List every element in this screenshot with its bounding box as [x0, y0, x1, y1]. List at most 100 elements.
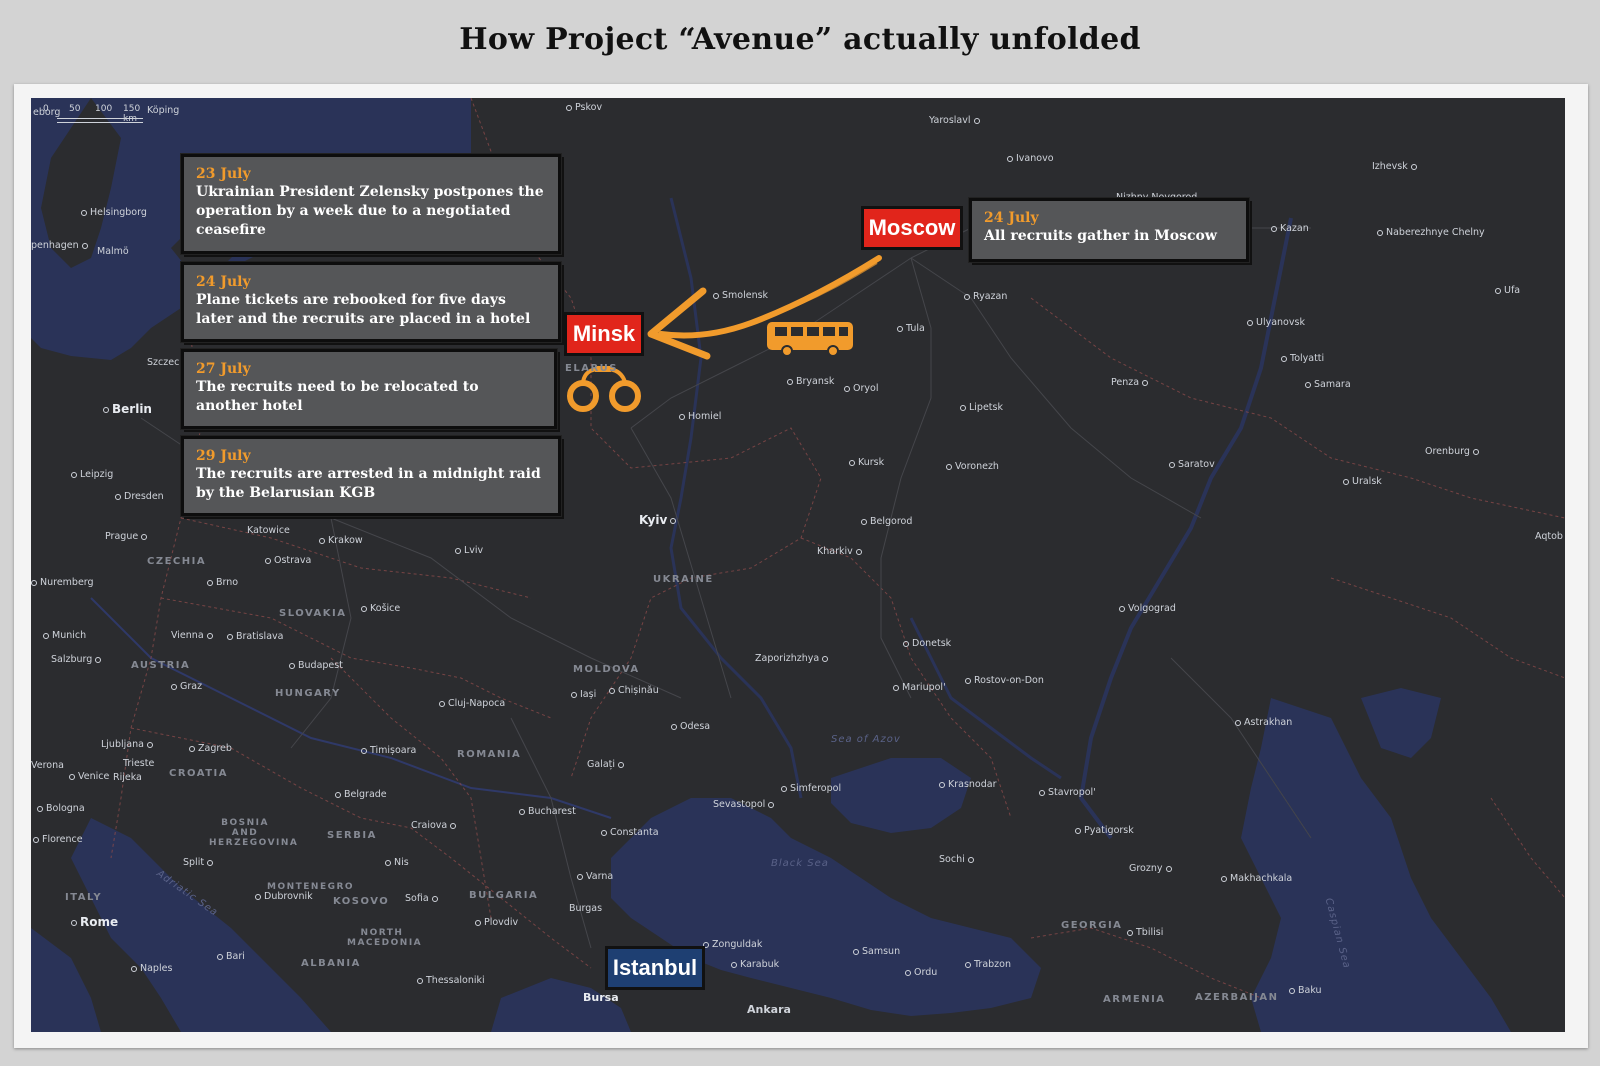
city-label: Zagreb	[189, 744, 232, 754]
city-label: Nis	[385, 858, 409, 868]
country-label: ROMANIA	[457, 749, 522, 760]
city-label: Nuremberg	[31, 578, 94, 588]
country-label: CZECHIA	[147, 556, 207, 567]
timeline-text: The recruits need to be relocated to ano…	[196, 379, 479, 414]
city-label: Rostov-on-Don	[965, 676, 1044, 686]
city-label: Rijeka	[113, 772, 142, 783]
city-label: Saratov	[1169, 460, 1215, 470]
city-label: Bucharest	[519, 807, 576, 817]
sea-label: Sea of Azov	[831, 734, 901, 745]
city-label: Budapest	[289, 661, 343, 671]
country-label: NORTH MACEDONIA	[347, 928, 423, 948]
country-label: KOSOVO	[333, 896, 390, 907]
city-label: Krasnodar	[939, 780, 997, 790]
city-label: Graz	[171, 682, 202, 692]
country-label: BULGARIA	[469, 890, 539, 901]
city-label: Dubrovnik	[255, 892, 313, 902]
moscow-card-text: All recruits gather in Moscow	[984, 228, 1217, 244]
timeline-date: 29 July	[196, 448, 251, 464]
moscow-marker[interactable]: Moscow	[861, 206, 963, 250]
city-label: Bryansk	[787, 377, 834, 387]
city-label: Stavropol'	[1039, 788, 1096, 798]
city-label: Smolensk	[713, 291, 768, 301]
city-label: Kyiv	[639, 514, 679, 526]
city-label: Leipzig	[71, 470, 113, 480]
city-label: penhagen	[31, 241, 91, 251]
country-label: CROATIA	[169, 768, 229, 779]
city-label: Baku	[1289, 986, 1322, 996]
timeline-card: 27 July The recruits need to be relocate…	[181, 349, 557, 429]
city-label: Ankara	[747, 1003, 791, 1016]
city-label: Florence	[33, 835, 83, 845]
city-label: Ufa	[1495, 286, 1520, 296]
city-label: Brno	[207, 578, 238, 588]
scale-label-50: 50	[69, 104, 81, 114]
city-label: Homiel	[679, 412, 721, 422]
country-label: ARMENIA	[1103, 994, 1166, 1005]
istanbul-marker[interactable]: Istanbul	[605, 946, 705, 990]
city-label: Belgorod	[861, 517, 912, 527]
minsk-marker[interactable]: Minsk	[564, 312, 644, 356]
country-label: GEORGIA	[1061, 920, 1123, 931]
city-label: Lipetsk	[960, 403, 1003, 413]
country-label: SERBIA	[327, 830, 377, 841]
city-label: Naberezhnye Chelny	[1377, 228, 1485, 238]
timeline-date: 23 July	[196, 166, 251, 182]
scale-label-100: 100	[95, 104, 113, 114]
city-label: Plovdiv	[475, 918, 518, 928]
city-label: Craiova	[411, 821, 459, 831]
country-label: SLOVAKIA	[279, 608, 347, 619]
city-label: Samsun	[853, 947, 900, 957]
city-label: Prague	[105, 532, 150, 542]
bus-icon	[767, 322, 853, 357]
city-label: Tbilisi	[1127, 928, 1163, 938]
city-label: Bursa	[583, 991, 619, 1004]
city-label: Volgograd	[1119, 604, 1176, 614]
city-label: Ryazan	[964, 292, 1007, 302]
city-label: Makhachkala	[1221, 874, 1292, 884]
city-label: Ljubljana	[101, 740, 156, 750]
city-label: Helsingborg	[81, 208, 147, 218]
city-label: Salzburg	[51, 655, 104, 665]
moscow-card-date: 24 July	[984, 210, 1039, 226]
timeline-card: 23 July Ukrainian President Zelensky pos…	[181, 154, 561, 254]
timeline-text: Plane tickets are rebooked for five days…	[196, 292, 531, 327]
city-label: Dresden	[115, 492, 164, 502]
city-label: Orenburg	[1425, 447, 1482, 457]
city-label: Katowice	[247, 525, 290, 536]
city-label: Izhevsk	[1372, 162, 1420, 172]
page-title: How Project “Avenue” actually unfolded	[459, 22, 1141, 57]
city-label: Krakow	[319, 536, 363, 546]
city-label: Aqtob	[1535, 531, 1563, 542]
city-label: Tolyatti	[1281, 354, 1324, 364]
city-label: Astrakhan	[1235, 718, 1292, 728]
city-label: Trabzon	[965, 960, 1011, 970]
city-label: Zonguldak	[703, 940, 762, 950]
map-canvas[interactable]: 0 50 100 150 km eborg Köping Pskov Yaros…	[31, 98, 1565, 1032]
city-label: Ordu	[905, 968, 937, 978]
city-label: Košice	[361, 604, 400, 614]
city-label: Naples	[131, 964, 172, 974]
city-label: Sochi	[939, 855, 977, 865]
city-label: Constanta	[601, 828, 659, 838]
city-label: Chișinău	[609, 686, 659, 696]
city-label: Samara	[1305, 380, 1351, 390]
city-label: Sevastopol	[713, 800, 777, 810]
city-label: Thessaloniki	[417, 976, 485, 986]
city-label: eborg	[33, 107, 61, 118]
city-label: Odesa	[671, 722, 710, 732]
city-label: Ulyanovsk	[1247, 318, 1305, 328]
timeline-text: Ukrainian President Zelensky postpones t…	[196, 184, 544, 238]
city-label: Rome	[71, 916, 118, 928]
city-label: Trieste	[123, 758, 155, 769]
city-label: Cluj-Napoca	[439, 699, 505, 709]
city-label: Oryol	[844, 384, 878, 394]
city-label: Simferopol	[781, 784, 841, 794]
city-label: Burgas	[569, 903, 603, 914]
city-label: Penza	[1111, 378, 1151, 388]
city-label: Timișoara	[361, 746, 416, 756]
city-label: Mariupol'	[893, 683, 946, 693]
city-label: Berlin	[103, 403, 152, 415]
country-label: BOSNIA AND HERZEGOVINA	[209, 818, 299, 848]
city-label: Zaporizhzhya	[755, 654, 831, 664]
